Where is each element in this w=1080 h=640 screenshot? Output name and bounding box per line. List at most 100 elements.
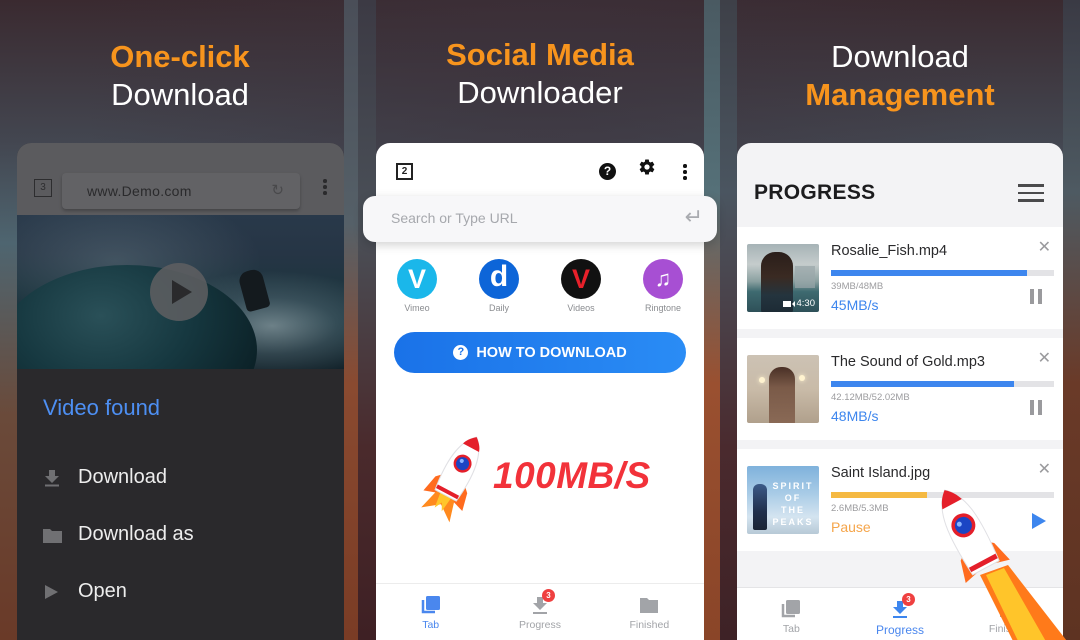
bottom-nav: Tab 3 Progress Finished [376,583,704,640]
download-speed: 45MB/s [831,297,879,313]
file-size: 42.12MB/52.02MB [831,392,910,403]
folder-icon [43,527,78,543]
site-label: Vimeo [404,303,430,313]
site-shortcut-ringtone[interactable]: ♫ Ringtone [622,259,704,313]
browser-toolbar: 3 www.Demo.com ↻ [17,143,344,215]
download-item[interactable]: The Sound of Gold.mp3 ✕ 42.12MB/52.02MB … [737,338,1063,440]
play-icon [43,584,78,600]
title-highlight: One-click [110,39,250,74]
vimeo-logo-icon: V [397,259,437,299]
download-status: Pause [831,519,871,535]
panel-3-title: Download Management [720,38,1080,114]
close-icon[interactable]: ✕ [1038,459,1051,479]
progress-badge: 3 [541,589,555,602]
sheet-item-label: Download as [78,523,194,545]
download-item[interactable]: 4:30 Rosalie_Fish.mp4 ✕ 39MB/48MB 45MB/s [737,227,1063,329]
site-shortcut-videos[interactable]: V Videos [540,259,622,313]
progress-fill [831,381,1014,387]
tab-count-button[interactable]: 2 [396,163,413,180]
nav-label: Tab [782,623,800,635]
audio-thumbnail [747,355,819,423]
download-icon [43,469,78,487]
download-progress-icon: 3 [529,589,555,615]
site-shortcuts: V Vimeo d Daily V Videos ♫ Ringtone [376,259,704,313]
play-button[interactable] [150,263,208,321]
thumbnail-caption: SPIRIT OF THE PEAKS [772,481,814,527]
site-label: Daily [488,303,509,313]
url-bar[interactable]: www.Demo.com ↻ [62,173,300,209]
sheet-heading: Video found [43,395,161,420]
nav-label: Progress [518,619,561,631]
title-subtitle: Download [831,39,969,74]
video-thumbnail-wave [17,265,257,369]
file-size: 2.6MB/5.3MB [831,503,889,514]
progress-fill [831,492,927,498]
image-thumbnail: SPIRIT OF THE PEAKS [747,466,819,534]
dailymotion-logo-icon: d [479,259,519,299]
enter-arrow-icon[interactable]: ↵ [685,204,703,230]
site-shortcut-vimeo[interactable]: V Vimeo [376,259,458,313]
video-found-sheet: Video found Download Download as Open [17,369,344,620]
panel-2-title: Social Media Downloader [360,36,720,112]
help-icon[interactable]: ? [599,163,616,180]
reload-icon[interactable]: ↻ [271,181,284,199]
progress-badge: 3 [902,593,915,606]
sheet-item-open[interactable]: Open [43,563,344,620]
title-subtitle: Downloader [457,75,623,110]
tab-count-button[interactable]: 3 [34,179,52,197]
file-size: 39MB/48MB [831,281,884,292]
folder-icon [638,595,660,615]
sheet-item-label: Download [78,466,167,488]
title-highlight: Social Media [446,37,634,72]
title-subtitle: Download [111,77,249,112]
panel-1-title: One-click Download [0,38,360,114]
sheet-item-download[interactable]: Download [43,449,344,506]
search-input[interactable] [391,210,651,226]
site-label: Videos [567,303,595,313]
video-thumbnail-surfer [237,267,271,313]
nav-tab-tab[interactable]: Tab [376,584,485,640]
file-name: The Sound of Gold.mp3 [831,354,985,370]
nav-label: Finished [629,619,670,631]
page-title: PROGRESS [754,181,876,204]
downloader-home-panel: 2 ? ↵ V Vimeo d Daily V Videos ♫ Rington… [363,143,717,640]
sheet-item-label: Open [78,580,127,602]
pause-icon[interactable] [1030,400,1046,420]
how-to-download-button[interactable]: ? HOW TO DOWNLOAD [394,332,686,373]
nav-tab-finished[interactable]: Finished [595,584,704,640]
settings-gear-icon[interactable] [638,158,656,182]
pause-icon[interactable] [1030,289,1046,309]
app-toolbar: 2 ? [376,143,704,195]
sheet-item-download-as[interactable]: Download as [43,506,344,563]
site-shortcut-daily[interactable]: d Daily [458,259,540,313]
question-icon: ? [453,345,469,360]
nav-tab-tab[interactable]: Tab [737,588,846,640]
duration-text: 4:30 [796,298,816,309]
close-icon[interactable]: ✕ [1038,348,1051,368]
download-speed: 48MB/s [831,408,879,424]
more-menu-icon[interactable] [322,179,328,197]
progress-bar [831,270,1054,276]
progress-header: PROGRESS [737,143,1063,225]
nav-tab-progress[interactable]: 3 Progress [485,584,594,640]
progress-bar [831,381,1054,387]
list-menu-icon[interactable] [1018,184,1044,207]
tabs-icon [420,595,442,615]
speed-banner: 100MB/S [493,455,651,496]
url-text: www.Demo.com [87,183,192,199]
progress-fill [831,270,1028,276]
video-thumbnail: 4:30 [747,244,819,312]
rocket-icon [941,489,1067,640]
rocket-icon [421,436,480,523]
how-to-download-label: HOW TO DOWNLOAD [476,344,627,361]
tabs-icon [780,599,802,619]
site-label: Ringtone [644,303,682,313]
title-highlight: Management [805,77,995,112]
video-player[interactable] [17,215,344,369]
file-name: Saint Island.jpg [831,465,931,481]
download-progress-icon: 3 [889,593,915,619]
video-camera-icon [782,300,791,307]
more-menu-icon[interactable] [682,164,688,182]
music-note-icon: ♫ [643,259,683,299]
close-icon[interactable]: ✕ [1038,237,1051,257]
